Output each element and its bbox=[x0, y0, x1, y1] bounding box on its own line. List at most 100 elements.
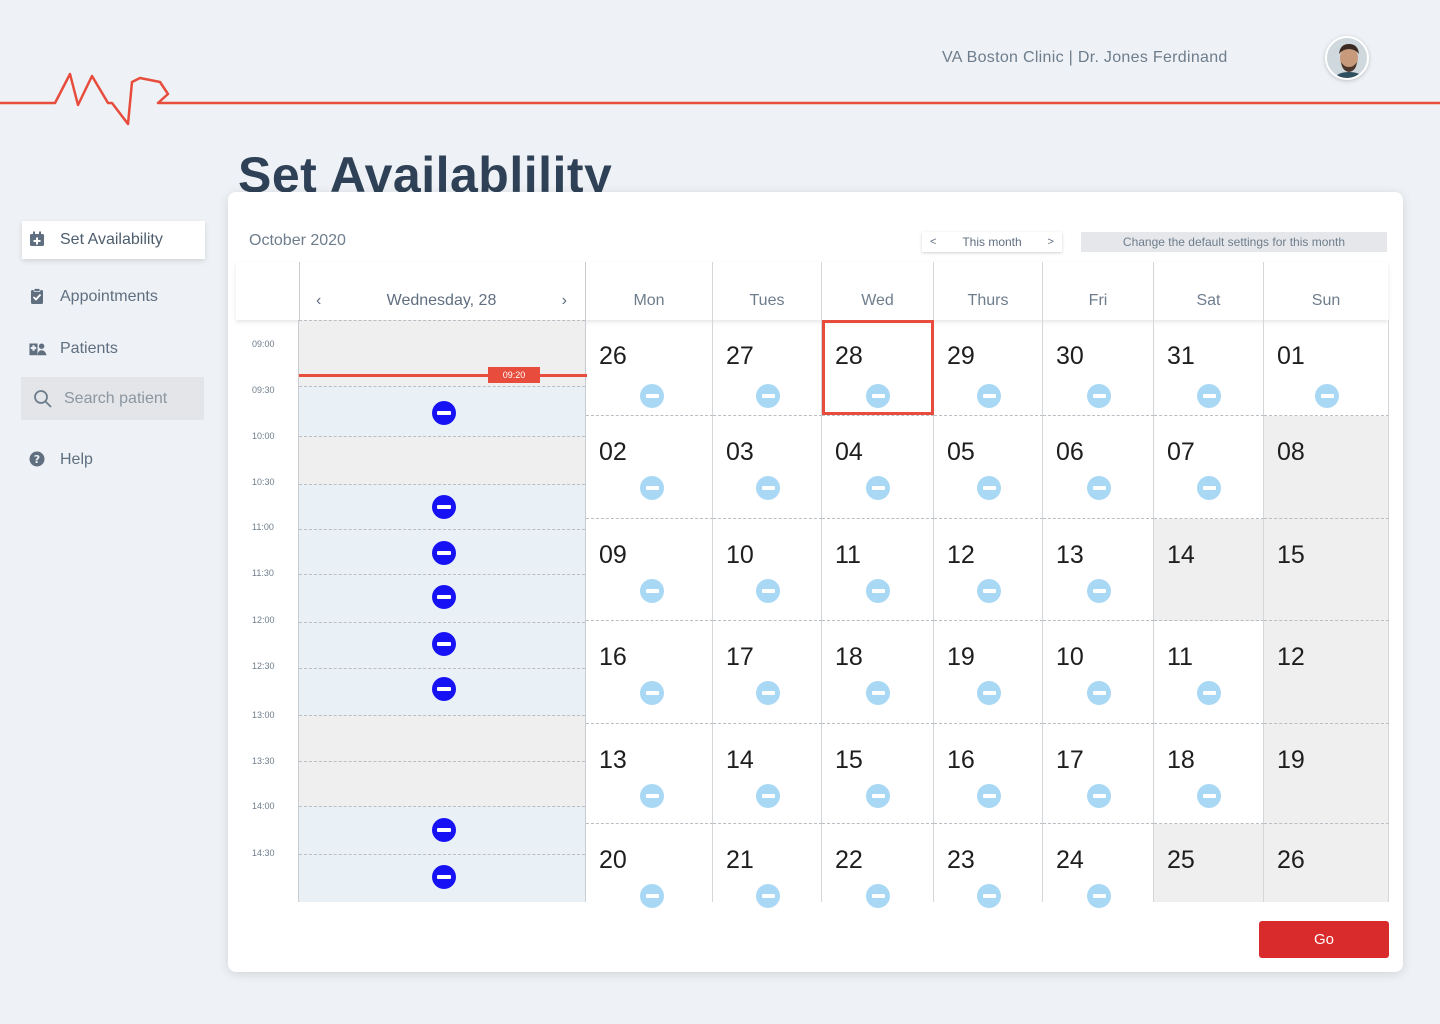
calendar-day-cell[interactable]: 02 bbox=[586, 416, 713, 519]
block-day-icon[interactable] bbox=[756, 476, 780, 500]
calendar-day-cell[interactable]: 15 bbox=[1264, 519, 1389, 621]
block-day-icon[interactable] bbox=[1197, 384, 1221, 408]
block-day-icon[interactable] bbox=[640, 681, 664, 705]
calendar-day-cell[interactable]: 13 bbox=[586, 724, 713, 824]
block-day-icon[interactable] bbox=[977, 884, 1001, 908]
block-day-icon[interactable] bbox=[866, 681, 890, 705]
calendar-day-cell[interactable]: 19 bbox=[1264, 724, 1389, 824]
calendar-day-cell[interactable]: 30 bbox=[1043, 320, 1154, 416]
calendar-day-cell[interactable]: 15 bbox=[822, 724, 934, 824]
block-day-icon[interactable] bbox=[1197, 784, 1221, 808]
calendar-day-cell[interactable]: 22 bbox=[822, 824, 934, 908]
block-day-icon[interactable] bbox=[977, 681, 1001, 705]
block-slot-button[interactable] bbox=[432, 585, 456, 609]
calendar-day-cell[interactable]: 16 bbox=[934, 724, 1043, 824]
calendar-day-cell[interactable]: 01 bbox=[1264, 320, 1389, 416]
block-day-icon[interactable] bbox=[640, 476, 664, 500]
block-day-icon[interactable] bbox=[756, 579, 780, 603]
calendar-day-cell[interactable]: 28 bbox=[822, 320, 934, 416]
calendar-day-cell[interactable]: 19 bbox=[934, 621, 1043, 724]
sidebar-item-appointments[interactable]: Appointments bbox=[22, 278, 205, 316]
block-day-icon[interactable] bbox=[866, 579, 890, 603]
block-slot-button[interactable] bbox=[432, 632, 456, 656]
search-input[interactable] bbox=[64, 389, 204, 408]
prev-month-button[interactable]: < bbox=[930, 236, 936, 248]
block-day-icon[interactable] bbox=[977, 384, 1001, 408]
calendar-day-cell[interactable]: 18 bbox=[1154, 724, 1264, 824]
calendar-day-cell[interactable]: 09 bbox=[586, 519, 713, 621]
block-day-icon[interactable] bbox=[1197, 681, 1221, 705]
sidebar-item-help[interactable]: ? Help bbox=[22, 441, 205, 479]
go-button[interactable]: Go bbox=[1259, 921, 1389, 958]
calendar-day-cell[interactable]: 17 bbox=[713, 621, 822, 724]
block-day-icon[interactable] bbox=[866, 476, 890, 500]
time-slot[interactable] bbox=[299, 715, 585, 761]
calendar-day-cell[interactable]: 05 bbox=[934, 416, 1043, 519]
block-day-icon[interactable] bbox=[1087, 476, 1111, 500]
calendar-day-cell[interactable]: 27 bbox=[713, 320, 822, 416]
block-slot-button[interactable] bbox=[432, 495, 456, 519]
calendar-day-cell[interactable]: 23 bbox=[934, 824, 1043, 908]
block-slot-button[interactable] bbox=[432, 541, 456, 565]
block-day-icon[interactable] bbox=[977, 579, 1001, 603]
block-day-icon[interactable] bbox=[756, 681, 780, 705]
calendar-day-cell[interactable]: 29 bbox=[934, 320, 1043, 416]
time-slot[interactable] bbox=[299, 761, 585, 806]
block-day-icon[interactable] bbox=[756, 884, 780, 908]
this-month-label[interactable]: This month bbox=[962, 235, 1021, 249]
block-day-icon[interactable] bbox=[866, 884, 890, 908]
calendar-day-cell[interactable]: 13 bbox=[1043, 519, 1154, 621]
calendar-day-cell[interactable]: 14 bbox=[1154, 519, 1264, 621]
block-slot-button[interactable] bbox=[432, 677, 456, 701]
next-month-button[interactable]: > bbox=[1048, 236, 1054, 248]
block-day-icon[interactable] bbox=[1087, 384, 1111, 408]
block-day-icon[interactable] bbox=[977, 476, 1001, 500]
block-day-icon[interactable] bbox=[1197, 476, 1221, 500]
calendar-day-cell[interactable]: 24 bbox=[1043, 824, 1154, 908]
calendar-day-cell[interactable]: 12 bbox=[934, 519, 1043, 621]
calendar-day-cell[interactable]: 20 bbox=[586, 824, 713, 908]
block-day-icon[interactable] bbox=[1087, 681, 1111, 705]
block-day-icon[interactable] bbox=[640, 384, 664, 408]
block-slot-button[interactable] bbox=[432, 818, 456, 842]
time-slot[interactable] bbox=[299, 436, 585, 484]
block-day-icon[interactable] bbox=[756, 784, 780, 808]
calendar-day-cell[interactable]: 26 bbox=[586, 320, 713, 416]
calendar-day-cell[interactable]: 12 bbox=[1264, 621, 1389, 724]
sidebar-item-set-availability[interactable]: Set Availability bbox=[22, 221, 205, 259]
calendar-day-cell[interactable]: 10 bbox=[713, 519, 822, 621]
calendar-day-cell[interactable]: 08 bbox=[1264, 416, 1389, 519]
calendar-day-cell[interactable]: 26 bbox=[1264, 824, 1389, 902]
calendar-day-cell[interactable]: 18 bbox=[822, 621, 934, 724]
block-day-icon[interactable] bbox=[866, 384, 890, 408]
calendar-day-cell[interactable]: 03 bbox=[713, 416, 822, 519]
calendar-day-cell[interactable]: 11 bbox=[822, 519, 934, 621]
calendar-day-cell[interactable]: 21 bbox=[713, 824, 822, 908]
calendar-day-cell[interactable]: 06 bbox=[1043, 416, 1154, 519]
prev-day-button[interactable]: ‹ bbox=[316, 292, 321, 310]
sidebar-item-patients[interactable]: Patients bbox=[22, 330, 205, 368]
block-day-icon[interactable] bbox=[1315, 384, 1339, 408]
calendar-day-cell[interactable]: 25 bbox=[1154, 824, 1264, 902]
search-patient-field[interactable] bbox=[21, 377, 204, 420]
calendar-day-cell[interactable]: 11 bbox=[1154, 621, 1264, 724]
change-default-settings-button[interactable]: Change the default settings for this mon… bbox=[1081, 232, 1387, 252]
calendar-day-cell[interactable]: 04 bbox=[822, 416, 934, 519]
block-slot-button[interactable] bbox=[432, 865, 456, 889]
block-day-icon[interactable] bbox=[1087, 579, 1111, 603]
block-day-icon[interactable] bbox=[977, 784, 1001, 808]
calendar-day-cell[interactable]: 10 bbox=[1043, 621, 1154, 724]
block-day-icon[interactable] bbox=[640, 784, 664, 808]
next-day-button[interactable]: › bbox=[562, 292, 567, 310]
block-day-icon[interactable] bbox=[1087, 784, 1111, 808]
calendar-day-cell[interactable]: 31 bbox=[1154, 320, 1264, 416]
block-day-icon[interactable] bbox=[640, 884, 664, 908]
block-slot-button[interactable] bbox=[432, 401, 456, 425]
block-day-icon[interactable] bbox=[866, 784, 890, 808]
block-day-icon[interactable] bbox=[640, 579, 664, 603]
avatar[interactable] bbox=[1325, 36, 1369, 80]
block-day-icon[interactable] bbox=[756, 384, 780, 408]
block-day-icon[interactable] bbox=[1087, 884, 1111, 908]
calendar-day-cell[interactable]: 07 bbox=[1154, 416, 1264, 519]
calendar-day-cell[interactable]: 16 bbox=[586, 621, 713, 724]
